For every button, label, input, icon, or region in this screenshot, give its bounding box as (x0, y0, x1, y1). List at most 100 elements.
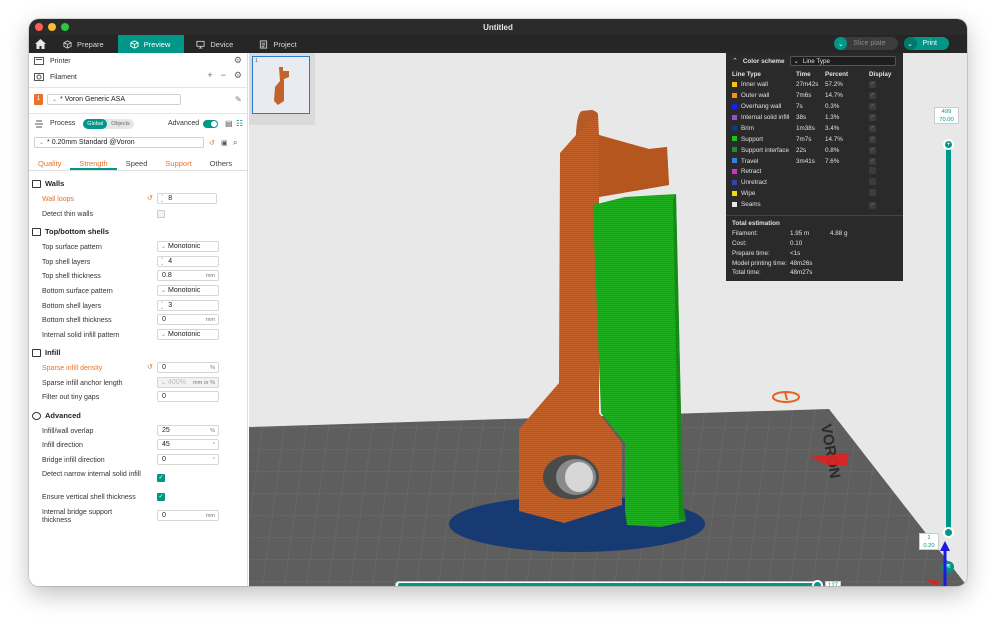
estimation-row: Total time: 48m27s (732, 269, 897, 279)
infill-wall-overlap-field[interactable]: 25 % (157, 425, 219, 436)
global-objects-toggle[interactable]: Global Objects (83, 118, 134, 129)
legend-line-type-name: Travel (741, 157, 759, 165)
bridge-infill-direction-field[interactable]: 0 ° (157, 454, 219, 465)
print-options-dropdown[interactable]: ⌄ (903, 37, 917, 50)
tab-device-label: Device (210, 39, 234, 49)
legend-line-type-name: Seams (741, 201, 761, 209)
checkmark-icon: ✓ (869, 103, 876, 111)
tab-prepare[interactable]: Prepare (51, 35, 118, 53)
slice-plate-button[interactable]: Slice plate (847, 40, 897, 47)
reset-infill-density-icon[interactable]: ↺ (147, 363, 153, 371)
filament-preset-select[interactable]: ⌄ * Voron Generic ASA (47, 94, 181, 105)
legend-display-checkbox[interactable] (869, 167, 895, 178)
add-filament-icon[interactable]: + (207, 70, 212, 81)
filter-out-tiny-gaps-label: Filter out tiny gaps (42, 394, 100, 401)
slice-options-dropdown[interactable]: ⌄ (834, 37, 848, 50)
layer-slider-bottom-handle[interactable] (943, 527, 954, 538)
printer-settings-gear-icon[interactable]: ⚙ (234, 55, 242, 66)
subtab-strength[interactable]: Strength (70, 157, 117, 170)
wall-loops-field[interactable]: ⌃ ⌄ 8 (157, 193, 217, 204)
minimize-window-button[interactable] (48, 23, 56, 31)
shells-icon (32, 227, 41, 236)
legend-display-checkbox[interactable]: ✓ (869, 123, 895, 134)
global-option[interactable]: Global (83, 118, 108, 129)
search-icon[interactable]: ⌕ (233, 138, 237, 148)
infill-direction-field[interactable]: 45 ° (157, 439, 219, 450)
sparse-infill-anchor-length-field[interactable]: ⌄ 400% mm or % (157, 377, 219, 388)
chevron-down-icon: ⌄ (161, 244, 167, 250)
subtab-speed[interactable]: Speed (117, 157, 157, 170)
estimation-key: Filament: (732, 230, 758, 238)
top-shell-layers-field[interactable]: ⌃ ⌄ 4 (157, 256, 219, 267)
subtab-others[interactable]: Others (201, 157, 242, 170)
reset-wall-loops-icon[interactable]: ↺ (147, 194, 153, 202)
sparse-infill-density-field[interactable]: 0 % (157, 362, 219, 373)
compare-icon[interactable]: ▤ (225, 119, 233, 128)
filament-slot-badge[interactable]: 1 (34, 94, 43, 105)
bottom-surface-pattern-select[interactable]: ⌄ Monotonic (157, 285, 219, 296)
legend-display-checkbox[interactable]: ✓ (869, 145, 895, 156)
top-surface-pattern-select[interactable]: ⌄ Monotonic (157, 241, 219, 252)
printer-label: Printer (50, 57, 71, 65)
bottom-shell-thickness-field[interactable]: 0 mm (157, 314, 219, 325)
plate-number: 1 (255, 58, 258, 64)
legend-display-checkbox[interactable] (869, 188, 895, 199)
3d-viewport[interactable]: VORON 1 ⌃ Color scheme ⌄ Line Type Line … (249, 53, 967, 586)
top-surface-pattern-label: Top surface pattern (42, 244, 102, 251)
remove-filament-icon[interactable]: − (221, 70, 226, 81)
estimation-value: <1s (790, 249, 801, 257)
legend-line-type: Support (732, 134, 796, 145)
zoom-window-button[interactable] (61, 23, 69, 31)
filter-out-tiny-gaps-field[interactable]: 0 (157, 391, 219, 402)
chevron-down-icon: ⌄ (793, 57, 799, 65)
legend-line-type-name: Overhang wall (741, 102, 782, 110)
legend-display-checkbox[interactable]: ✓ (869, 156, 895, 167)
plate-thumbnail-1[interactable]: 1 (252, 56, 310, 114)
legend-display-checkbox[interactable]: ✓ (869, 199, 895, 210)
stepper-icon[interactable]: ⌃ ⌄ (160, 194, 164, 203)
internal-bridge-support-thickness-field[interactable]: 0 mm (157, 510, 219, 521)
advanced-toggle[interactable] (203, 119, 218, 128)
tab-device[interactable]: Device (184, 35, 247, 53)
legend-display-checkbox[interactable]: ✓ (869, 134, 895, 145)
color-scheme-select[interactable]: ⌄ Line Type (789, 56, 896, 66)
legend-line-type: Wipe (732, 188, 796, 199)
legend-display-checkbox[interactable]: ✓ (869, 101, 895, 112)
collapse-legend-icon[interactable]: ⌃ (732, 57, 738, 65)
printer-section-header[interactable]: Printer ⚙ (29, 55, 248, 67)
bottom-shell-layers-field[interactable]: ⌃ ⌄ 3 (157, 300, 219, 311)
checkmark-icon: ✓ (869, 158, 876, 166)
detect-narrow-internal-solid-infill-checkbox[interactable]: ✓ (157, 474, 165, 482)
legend-display-checkbox[interactable] (869, 177, 895, 188)
settings-sliders-icon[interactable]: ☷ (236, 119, 243, 128)
legend-line-type-name: Support interface (741, 146, 789, 154)
home-button[interactable] (29, 35, 51, 53)
legend-display-checkbox[interactable]: ✓ (869, 90, 895, 101)
subtab-quality[interactable]: Quality (29, 157, 70, 170)
ensure-vertical-shell-thickness-checkbox[interactable]: ✓ (157, 493, 165, 501)
detect-thin-walls-checkbox[interactable] (157, 210, 165, 218)
walls-group-header: Walls (32, 179, 64, 188)
reset-process-icon[interactable]: ↺ (209, 139, 215, 147)
filament-settings-gear-icon[interactable]: ⚙ (234, 70, 242, 81)
top-shell-thickness-field[interactable]: 0.8 mm (157, 270, 219, 281)
move-slider-handle[interactable] (812, 580, 823, 586)
legend-display-checkbox[interactable]: ✓ (869, 79, 895, 90)
save-process-icon[interactable]: ▣ (221, 139, 228, 147)
legend-display-checkbox[interactable]: ✓ (869, 112, 895, 123)
objects-option[interactable]: Objects (107, 119, 134, 129)
close-window-button[interactable] (35, 23, 43, 31)
checkmark-icon: ✓ (869, 114, 876, 122)
tab-preview[interactable]: Preview (117, 35, 185, 53)
tab-project[interactable]: Project (247, 35, 310, 53)
layer-slider-top-handle[interactable]: + (943, 139, 954, 150)
subtab-support[interactable]: Support (156, 157, 200, 170)
top-surface-pattern-value: Monotonic (168, 243, 201, 250)
process-preset-select[interactable]: ⌄ * 0.20mm Standard @Voron (34, 137, 204, 148)
print-button[interactable]: Print (917, 40, 949, 47)
stepper-icon[interactable]: ⌃ ⌄ (160, 301, 164, 310)
edit-filament-icon[interactable]: ✎ (235, 95, 242, 104)
internal-solid-infill-pattern-select[interactable]: ⌄ Monotonic (157, 329, 219, 340)
stepper-icon[interactable]: ⌃ ⌄ (160, 257, 164, 266)
filament-label: Filament (50, 73, 77, 81)
